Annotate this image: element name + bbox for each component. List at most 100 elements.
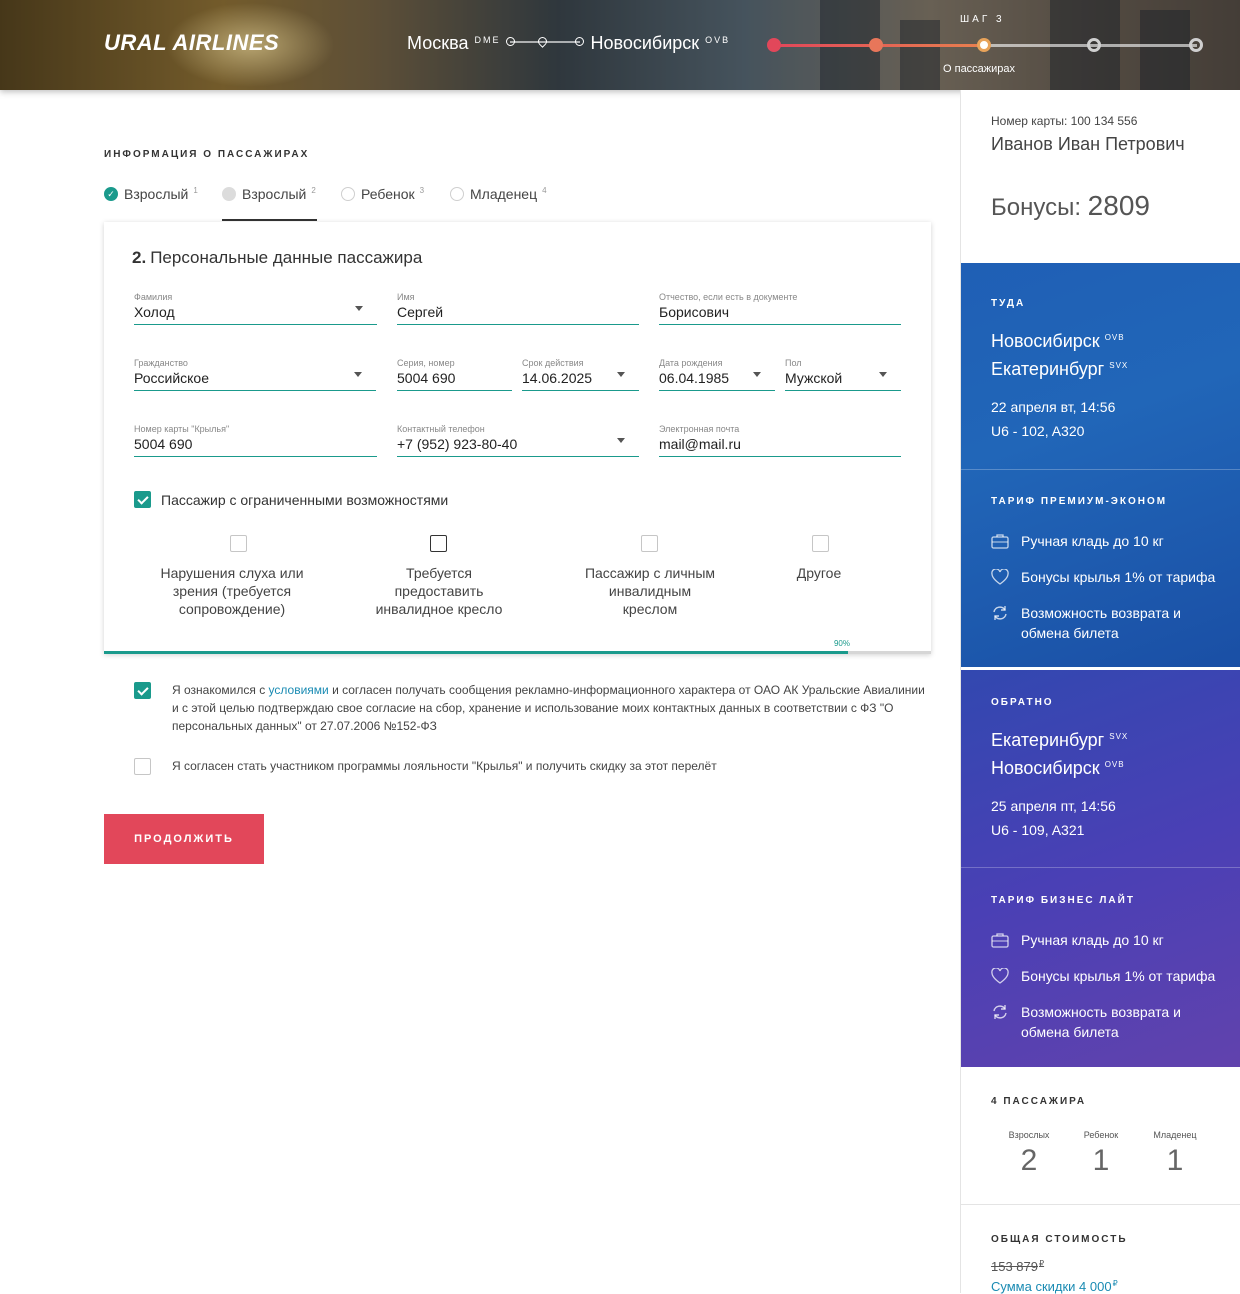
chevron-down-icon[interactable]	[617, 372, 625, 377]
divider	[961, 1204, 1240, 1205]
step-dot-3[interactable]	[977, 38, 991, 52]
gender-select[interactable]: Пол Мужской	[785, 358, 901, 391]
form-number: 2.	[132, 248, 147, 267]
field-value: +7 (952) 923-80-40	[397, 436, 518, 452]
field-value: 14.06.2025	[522, 370, 593, 386]
field-label: Дата рождения	[659, 358, 723, 368]
outbound-date: 22 апреля вт, 14:56	[991, 399, 1116, 415]
field-value: mail@mail.ru	[659, 436, 741, 452]
field-value: Борисович	[659, 304, 730, 320]
email-field[interactable]: Электронная почта mail@mail.ru	[659, 424, 901, 457]
booking-stepper	[767, 37, 1203, 53]
old-price-value: 153 879	[991, 1259, 1038, 1274]
count-value: 1	[1092, 1144, 1110, 1177]
field-label: Контактный телефон	[397, 424, 485, 434]
field-label: Фамилия	[134, 292, 173, 302]
tab-passenger-2[interactable]: Взрослый 2	[222, 183, 316, 205]
tab-label: Взрослый	[124, 186, 189, 202]
return-panel: ОБРАТНО Екатеринбург SVX Новосибирск OVB 2…	[961, 670, 1240, 1067]
document-number-field[interactable]: Серия, номер 5004 690	[397, 358, 512, 391]
tab-number: 1	[193, 185, 198, 195]
option-wheelchair-needed-label: Требуется предоставить инвалидное кресло	[375, 565, 503, 617]
discount-amount[interactable]: Сумма скидки 4 000₽	[991, 1279, 1118, 1294]
feature-label: Возможность возврата и обмена билета	[1021, 1004, 1181, 1040]
consent-terms-checkbox[interactable]	[134, 682, 151, 699]
step-dot-2[interactable]	[869, 38, 883, 52]
chevron-down-icon[interactable]	[753, 372, 761, 377]
option-own-wheelchair-checkbox[interactable]	[641, 535, 658, 552]
form-title: 2. Персональные данные пассажира	[132, 248, 422, 268]
route-connector	[506, 35, 585, 48]
airport-code: SVX	[1109, 361, 1129, 370]
luggage-icon	[991, 534, 1009, 549]
chevron-down-icon[interactable]	[355, 306, 363, 311]
airport-code: SVX	[1109, 732, 1129, 741]
refresh-icon	[993, 606, 1007, 620]
continue-button[interactable]: ПРОДОЛЖИТЬ	[104, 814, 264, 864]
discount-label: Сумма скидки 4 000	[991, 1279, 1112, 1294]
ural-airlines-logo[interactable]: URAL AIRLINES	[104, 30, 279, 56]
chevron-down-icon[interactable]	[879, 372, 887, 377]
header: URAL AIRLINES Москва DME Новосибирск OVB…	[0, 0, 1240, 90]
terms-link[interactable]: условиями	[269, 683, 329, 697]
currency-sign: ₽	[1112, 1279, 1118, 1288]
field-value: Сергей	[397, 304, 444, 320]
city-name: Екатеринбург	[991, 359, 1105, 379]
birth-date-field[interactable]: Дата рождения 06.04.1985	[659, 358, 775, 391]
form-progress-fill	[104, 651, 849, 654]
bonus-value: 2809	[1087, 190, 1150, 221]
user-name: Иванов Иван Петрович	[991, 134, 1185, 154]
surname-field[interactable]: Фамилия Холод	[134, 292, 377, 325]
option-wheelchair-needed-checkbox[interactable]	[430, 535, 447, 552]
option-other-checkbox[interactable]	[812, 535, 829, 552]
refresh-icon	[993, 1005, 1007, 1019]
outbound-flight: U6 - 102, A320	[991, 423, 1085, 439]
route-to-code: OVB	[705, 35, 731, 45]
option-hearing-vision-label: Нарушения слуха или зрения (требуется со…	[160, 565, 304, 617]
count-label: Взрослых	[1008, 1130, 1050, 1140]
count-value: 1	[1166, 1144, 1184, 1177]
tab-passenger-4[interactable]: Младенец 4	[450, 183, 547, 205]
feature-bonus: Бонусы крылья 1% от тарифа	[991, 966, 1221, 986]
consent-terms-text: Я ознакомился с условиями и согласен пол…	[172, 681, 932, 735]
form-progress-label: 90%	[833, 639, 850, 648]
step-dot-5	[1189, 38, 1203, 52]
step-dot-1[interactable]	[767, 38, 781, 52]
tab-passenger-1[interactable]: ✓ Взрослый 1	[104, 183, 198, 205]
children-count: Ребенок 1	[1071, 1130, 1131, 1178]
active-tab-indicator	[222, 219, 317, 221]
airport-code: OVB	[1104, 760, 1125, 769]
heart-icon	[991, 968, 1009, 984]
name-field[interactable]: Имя Сергей	[397, 292, 639, 325]
chevron-down-icon[interactable]	[617, 438, 625, 443]
option-own-wheelchair-label: Пассажир с личным инвалидным креслом	[584, 565, 716, 617]
field-value: 5004 690	[397, 370, 456, 386]
field-label: Отчество, если есть в документе	[659, 292, 798, 302]
field-value: 06.04.1985	[659, 370, 730, 386]
count-label: Младенец	[1153, 1130, 1197, 1140]
option-hearing-vision-checkbox[interactable]	[230, 535, 247, 552]
chevron-down-icon[interactable]	[354, 372, 362, 377]
feature-label: Ручная кладь до 10 кг	[1021, 932, 1164, 948]
return-date: 25 апреля пт, 14:56	[991, 798, 1116, 814]
return-heading: ОБРАТНО	[991, 697, 1054, 708]
loyalty-card-field[interactable]: Номер карты "Крылья" 5004 690	[134, 424, 377, 457]
total-title: ОБЩАЯ СТОИМОСТЬ	[991, 1234, 1128, 1245]
field-value: Мужской	[785, 370, 843, 386]
phone-field[interactable]: Контактный телефон +7 (952) 923-80-40	[397, 424, 639, 457]
adults-count: Взрослых 2	[999, 1130, 1059, 1178]
field-label: Срок действия	[522, 358, 584, 368]
citizenship-select[interactable]: Гражданство Российское	[134, 358, 376, 391]
feature-label: Возможность возврата и обмена билета	[1021, 605, 1181, 641]
document-expiry-field[interactable]: Срок действия 14.06.2025	[522, 358, 639, 391]
pin-icon	[536, 35, 550, 48]
old-price: 153 879₽	[991, 1259, 1044, 1274]
patronymic-field[interactable]: Отчество, если есть в документе Борисови…	[659, 292, 901, 325]
bonus-balance: Бонусы: 2809	[991, 190, 1150, 222]
tab-number: 2	[311, 185, 316, 195]
consent-loyalty-checkbox[interactable]	[134, 758, 151, 775]
outbound-panel: ТУДА Новосибирск OVB Екатеринбург SVX 22 а…	[961, 263, 1240, 667]
tab-passenger-3[interactable]: Ребенок 3	[341, 183, 424, 205]
heart-icon	[991, 569, 1009, 585]
limited-mobility-checkbox[interactable]	[134, 491, 151, 508]
